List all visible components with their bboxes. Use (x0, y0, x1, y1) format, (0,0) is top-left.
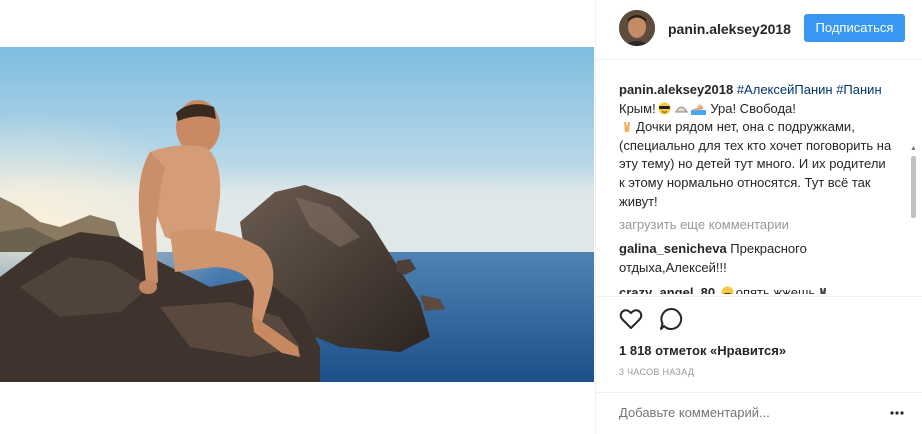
heart-outline-icon[interactable] (619, 307, 643, 331)
scrollbar-thumb[interactable] (911, 156, 916, 218)
post-actions: 1 818 отметок «Нравится» 3 ЧАСОВ НАЗАД (596, 296, 922, 377)
comment-item: galina_senicheva Прекрасного отдыха,Алек… (619, 239, 879, 277)
comment-username[interactable]: crazy_angel_80 (619, 285, 715, 294)
comment-username[interactable]: galina_senicheva (619, 241, 727, 256)
sunglasses-emoji-icon (658, 102, 671, 115)
ellipsis-icon[interactable] (889, 410, 905, 416)
speech-bubble-icon[interactable] (659, 307, 683, 331)
comment-text: опять жжешь (735, 285, 816, 294)
hashtag-link[interactable]: #Панин (836, 82, 881, 97)
grinning-emoji-icon (721, 286, 734, 294)
post-author-username[interactable]: panin.aleksey2018 (668, 21, 791, 37)
follow-button[interactable]: Подписаться (804, 14, 905, 42)
scroll-up-arrow-icon[interactable]: ▲ (909, 144, 916, 153)
add-comment-input[interactable] (619, 405, 869, 420)
swimmer-emoji-icon (690, 104, 706, 115)
caption-text: Ура! Свобода! (710, 100, 796, 116)
shell-emoji-icon (674, 106, 688, 113)
avatar-image (619, 10, 655, 46)
caption-username[interactable]: panin.aleksey2018 (619, 82, 733, 97)
comments-scrollbar[interactable]: ▲ ▼ (909, 144, 916, 294)
victory-hand-emoji-icon (820, 288, 827, 294)
post-photo[interactable] (0, 47, 594, 382)
post-header: panin.aleksey2018 Подписаться (596, 0, 922, 60)
victory-hand-emoji-icon (624, 122, 630, 133)
post-timestamp[interactable]: 3 ЧАСОВ НАЗАД (619, 367, 694, 377)
caption-text: Крым! (619, 100, 656, 116)
caption-text: Дочки рядом нет, она с подружками, (спец… (619, 119, 892, 209)
likes-count[interactable]: 1 818 отметок «Нравится» (619, 343, 786, 358)
load-more-comments-link[interactable]: загрузить еще комментарии (619, 217, 789, 232)
photo-illustration (0, 47, 594, 382)
add-comment-bar (596, 392, 922, 434)
comments-list: panin.aleksey2018 #АлексейПанин #Панин К… (596, 72, 916, 294)
post-caption: panin.aleksey2018 #АлексейПанин #Панин К… (619, 81, 894, 211)
hashtag-link[interactable]: #АлексейПанин (737, 82, 833, 97)
avatar[interactable] (619, 10, 655, 46)
post-sidebar: panin.aleksey2018 Подписаться panin.alek… (595, 0, 922, 434)
comment-item: crazy_angel_80 опять жжешь (619, 283, 879, 294)
